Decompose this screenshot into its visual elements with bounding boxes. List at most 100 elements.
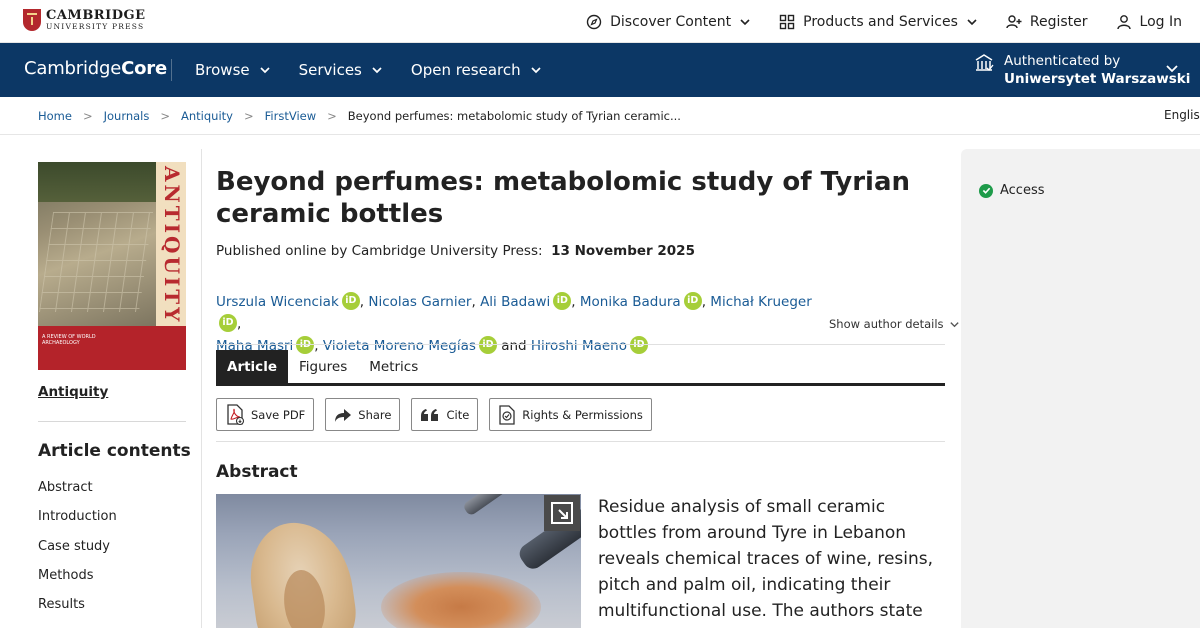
save-pdf-button[interactable]: Save PDF	[216, 398, 315, 431]
institution-icon	[975, 54, 994, 71]
tab-underline	[216, 383, 945, 386]
rights-permissions-button[interactable]: Rights & Permissions	[489, 398, 652, 431]
nav-browse-label: Browse	[195, 61, 250, 79]
breadcrumb-journals[interactable]: Journals	[104, 109, 150, 123]
save-pdf-label: Save PDF	[251, 407, 306, 422]
login-label: Log In	[1139, 13, 1182, 30]
author-link[interactable]: Hiroshi Maeno	[531, 338, 627, 354]
abstract-text: Residue analysis of small ceramic bottle…	[598, 497, 934, 628]
author-link[interactable]: Monika Badura	[580, 294, 681, 310]
logo-line1: CAMBRIDGE	[46, 8, 146, 24]
nav-services[interactable]: Services	[299, 61, 383, 79]
author-list: Urszula Wicenciak iD, Nicolas Garnier, Al…	[216, 292, 812, 354]
divider	[216, 344, 945, 345]
published-date: 13 November 2025	[551, 243, 695, 259]
chevron-down-icon[interactable]	[1165, 61, 1179, 75]
breadcrumb-antiquity[interactable]: Antiquity	[181, 109, 233, 123]
access-status[interactable]: Access	[979, 183, 1045, 198]
breadcrumb-firstview[interactable]: FirstView	[265, 109, 317, 123]
login-link[interactable]: Log In	[1116, 14, 1182, 30]
share-button[interactable]: Share	[325, 398, 401, 431]
article-contents-list: Abstract Introduction Case study Methods…	[38, 480, 117, 626]
orcid-icon[interactable]: iD	[219, 314, 237, 332]
divider	[38, 421, 186, 422]
cite-button[interactable]: Cite	[411, 398, 479, 431]
nav-open-research[interactable]: Open research	[411, 61, 542, 79]
top-utility-bar: CAMBRIDGE UNIVERSITY PRESS Discover Cont…	[0, 0, 1200, 43]
tab-metrics[interactable]: Metrics	[358, 350, 429, 384]
author-link[interactable]: Michał Krueger	[710, 294, 811, 310]
orcid-icon[interactable]: iD	[341, 292, 360, 310]
breadcrumb-home[interactable]: Home	[38, 109, 72, 123]
main-header: CambridgeCore Browse Services Open resea…	[0, 43, 1200, 97]
published-prefix: Published online by Cambridge University…	[216, 243, 543, 259]
orcid-icon[interactable]: iD	[630, 336, 648, 354]
grid-icon	[779, 14, 795, 29]
divider	[216, 441, 945, 442]
orcid-icon[interactable]: iD	[683, 292, 702, 310]
share-icon	[335, 408, 352, 422]
language-selector[interactable]: English	[1164, 108, 1200, 122]
chevron-down-icon	[740, 18, 750, 25]
tab-figures[interactable]: Figures	[288, 350, 358, 384]
breadcrumb-separator: >	[327, 108, 337, 123]
register-label: Register	[1029, 13, 1088, 30]
cover-tagline: A REVIEW OF WORLD ARCHAEOLOGY	[42, 334, 96, 346]
toc-item-methods[interactable]: Methods	[38, 568, 117, 597]
breadcrumb-current: Beyond perfumes: metabolomic study of Ty…	[347, 108, 681, 123]
author-link[interactable]: Ali Badawi	[480, 294, 550, 310]
logo-line2: UNIVERSITY PRESS	[46, 22, 145, 32]
toc-item-introduction[interactable]: Introduction	[38, 509, 117, 538]
discover-content-menu[interactable]: Discover Content	[586, 14, 751, 30]
rights-document-icon	[499, 404, 515, 425]
nav-services-label: Services	[298, 61, 362, 79]
publication-info: Published online by Cambridge University…	[216, 243, 695, 259]
add-user-icon	[1006, 14, 1022, 28]
toc-item-abstract[interactable]: Abstract	[38, 480, 117, 509]
journal-cover-image[interactable]: ANTIQUITY A REVIEW OF WORLD ARCHAEOLOGY	[38, 162, 186, 370]
and-word: and	[501, 338, 527, 354]
cup-shield-icon	[23, 9, 41, 31]
article-tabs: Article Figures Metrics	[216, 350, 429, 384]
orcid-icon[interactable]: iD	[553, 292, 572, 310]
toc-item-case-study[interactable]: Case study	[38, 539, 117, 568]
check-circle-icon	[979, 183, 993, 198]
pdf-icon	[227, 403, 245, 425]
products-services-menu[interactable]: Products and Services	[779, 14, 978, 30]
cambridge-university-press-logo[interactable]: CAMBRIDGE UNIVERSITY PRESS	[23, 9, 145, 31]
auth-label: Authenticated by	[1004, 53, 1121, 69]
institution-auth[interactable]: Authenticated by Uniwersytet Warszawski	[974, 52, 1190, 88]
quote-icon	[421, 408, 439, 421]
show-author-details-toggle[interactable]: Show author details	[829, 317, 960, 331]
breadcrumb-separator: >	[82, 108, 93, 123]
share-label: Share	[358, 407, 392, 422]
journal-link[interactable]: Antiquity	[38, 384, 108, 400]
cambridge-core-logo[interactable]: CambridgeCore	[24, 58, 167, 79]
discover-content-label: Discover Content	[610, 13, 732, 30]
user-icon	[1116, 14, 1131, 29]
expand-image-button[interactable]	[544, 495, 580, 531]
chevron-down-icon	[260, 67, 270, 74]
cite-label: Cite	[446, 407, 470, 422]
author-link[interactable]: Urszula Wicenciak	[216, 294, 339, 310]
column-divider	[201, 149, 202, 628]
expand-icon	[551, 502, 573, 524]
top-nav: Discover Content Products and Services R…	[586, 0, 1182, 43]
breadcrumb-separator: >	[243, 108, 254, 123]
access-panel	[961, 149, 1200, 628]
auth-organization: Uniwersytet Warszawski	[1004, 71, 1191, 87]
cover-title: ANTIQUITY	[160, 166, 184, 325]
graphical-abstract-image[interactable]	[216, 494, 581, 628]
article-contents-heading: Article contents	[38, 441, 191, 461]
nav-browse[interactable]: Browse	[195, 61, 271, 79]
chevron-down-icon	[531, 67, 541, 74]
breadcrumb-separator: >	[160, 108, 171, 123]
toc-item-results[interactable]: Results	[38, 597, 117, 626]
orcid-icon[interactable]: iD	[478, 336, 497, 354]
access-label: Access	[1000, 183, 1045, 198]
author-link[interactable]: Nicolas Garnier	[368, 294, 471, 310]
register-link[interactable]: Register	[1006, 14, 1088, 30]
tab-article[interactable]: Article	[216, 350, 288, 384]
rights-permissions-label: Rights & Permissions	[522, 407, 643, 422]
article-actions: Save PDF Share Cite Rights & Permissions	[216, 398, 652, 431]
